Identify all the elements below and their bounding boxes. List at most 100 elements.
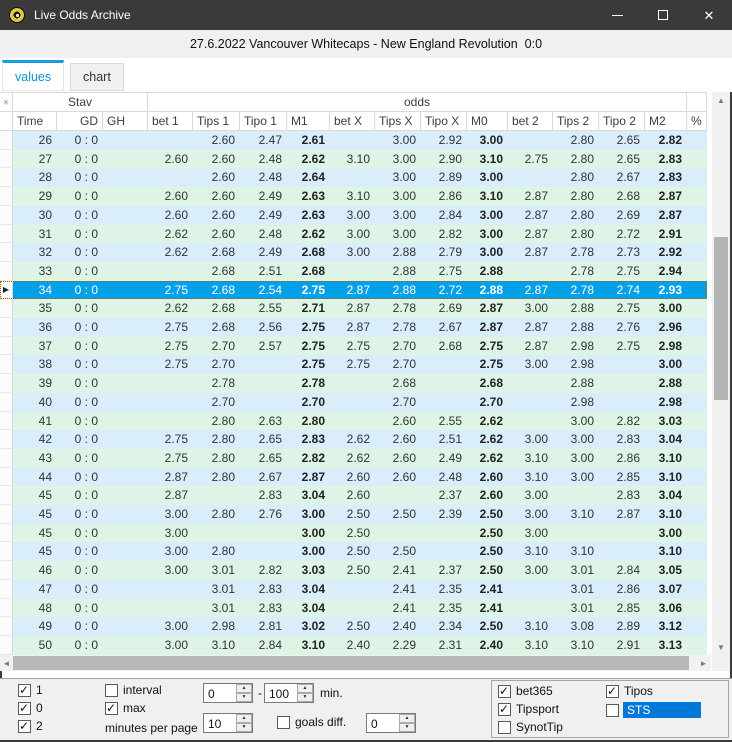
cell[interactable]: 2.87 (287, 467, 330, 487)
cell[interactable]: 2.62 (148, 299, 193, 319)
cell[interactable]: 48 (13, 598, 57, 618)
cell[interactable]: 2.50 (467, 561, 508, 580)
cell[interactable]: 2.87 (508, 280, 553, 300)
cell[interactable]: 0 : 0 (57, 168, 103, 188)
cell[interactable]: 32 (13, 243, 57, 262)
table-row[interactable]: 45 0 : 0 3.00 2.80 2.76 3.00 2.50 2.50 2.39 2.50 3… (0, 505, 707, 524)
cell[interactable]: 3.01 (193, 561, 240, 580)
cell[interactable]: 2.81 (240, 617, 287, 636)
cell[interactable]: 36 (13, 318, 57, 337)
table-row[interactable]: 33 0 : 0 2.68 2.51 2.68 2.88 2.75 2.88 2.78 2.75 2… (0, 261, 707, 281)
cell[interactable]: 2.60 (375, 411, 421, 431)
cell[interactable] (687, 261, 707, 281)
cell[interactable]: 2.60 (193, 149, 240, 169)
cell[interactable]: 3.00 (375, 131, 421, 150)
row-selector[interactable] (0, 505, 13, 524)
cell[interactable] (687, 392, 707, 412)
cell[interactable]: 29 (13, 187, 57, 206)
cell[interactable]: 2.40 (467, 635, 508, 655)
row-selector[interactable] (0, 149, 13, 169)
cell[interactable]: 2.90 (421, 149, 467, 169)
cell[interactable]: 2.98 (645, 336, 687, 356)
cell[interactable]: 2.70 (467, 392, 508, 412)
cell[interactable]: 3.10 (287, 635, 330, 655)
cell[interactable] (148, 374, 193, 393)
cell[interactable] (330, 392, 375, 412)
cell[interactable]: 35 (13, 299, 57, 319)
cell[interactable]: 3.00 (508, 299, 553, 319)
cell[interactable]: 2.40 (375, 617, 421, 636)
cell[interactable]: 2.49 (240, 205, 287, 225)
cell[interactable]: 2.65 (599, 149, 645, 169)
column-header-Tips X[interactable]: Tips X (375, 112, 421, 131)
cell[interactable] (240, 523, 287, 543)
table-row[interactable]: 46 0 : 0 3.00 3.01 2.82 3.03 2.50 2.41 2.37 2.50 3… (0, 561, 707, 580)
goals-diff-checkbox-box[interactable] (277, 715, 290, 729)
checkbox-2[interactable]: 2 (18, 719, 43, 733)
cell[interactable]: 3.00 (375, 205, 421, 225)
cell[interactable]: 3.07 (645, 579, 687, 599)
cell[interactable]: 2.62 (148, 224, 193, 244)
row-selector[interactable] (0, 374, 13, 393)
cell[interactable] (687, 224, 707, 244)
cell[interactable]: 2.57 (240, 336, 287, 356)
cell[interactable]: 2.31 (421, 635, 467, 655)
cell[interactable]: 3.00 (508, 486, 553, 506)
cell[interactable]: 2.80 (553, 224, 599, 244)
cell[interactable] (103, 243, 148, 262)
table-row[interactable]: 45 0 : 0 3.00 2.80 3.00 2.50 2.50 2.50 3.10 3.10 3… (0, 542, 707, 562)
cell[interactable]: 3.00 (148, 561, 193, 580)
outcome-1-checkbox-box[interactable] (18, 683, 31, 697)
cell[interactable]: 2.80 (553, 149, 599, 169)
cell[interactable]: 2.60 (193, 131, 240, 150)
cell[interactable] (103, 205, 148, 225)
cell[interactable]: 3.00 (287, 542, 330, 562)
cell[interactable]: 2.37 (421, 486, 467, 506)
cell[interactable] (421, 392, 467, 412)
row-selector[interactable] (0, 561, 13, 580)
cell[interactable]: 3.13 (645, 635, 687, 655)
cell[interactable]: 2.93 (645, 280, 687, 300)
cell[interactable]: 0 : 0 (57, 280, 103, 300)
cell[interactable] (103, 430, 148, 449)
interval-to-value[interactable]: 100 (265, 684, 297, 702)
cell[interactable]: 2.60 (148, 187, 193, 206)
cell[interactable]: 3.01 (193, 579, 240, 599)
cell[interactable]: 2.83 (240, 598, 287, 618)
cell[interactable] (421, 355, 467, 375)
column-header-Tipo 2[interactable]: Tipo 2 (599, 112, 645, 131)
cell[interactable] (375, 486, 421, 506)
table-row[interactable]: 43 0 : 0 2.75 2.80 2.65 2.82 2.62 2.60 2.49 2.62 3… (0, 448, 707, 468)
cell[interactable] (508, 374, 553, 393)
table-row[interactable]: 50 0 : 0 3.00 3.10 2.84 3.10 2.40 2.29 2.31 2.40 3… (0, 635, 707, 655)
cell[interactable]: 2.98 (645, 392, 687, 412)
cell[interactable] (508, 579, 553, 599)
vertical-scrollbar[interactable]: ▲ ▼ (712, 92, 730, 655)
cell[interactable]: 2.60 (330, 467, 375, 487)
cell[interactable]: 2.92 (645, 243, 687, 262)
cell[interactable] (599, 523, 645, 543)
cell[interactable]: 3.01 (553, 561, 599, 580)
cell[interactable]: 3.10 (467, 187, 508, 206)
cell[interactable]: 2.63 (240, 411, 287, 431)
table-row[interactable]: 49 0 : 0 3.00 2.98 2.81 3.02 2.50 2.40 2.34 2.50 3… (0, 617, 707, 636)
cell[interactable] (687, 168, 707, 188)
scroll-right-arrow-icon[interactable]: ► (697, 655, 710, 671)
cell[interactable]: 2.98 (553, 392, 599, 412)
cell[interactable] (103, 486, 148, 506)
cell[interactable]: 2.82 (599, 411, 645, 431)
cell[interactable]: 2.47 (240, 131, 287, 150)
cell[interactable] (240, 374, 287, 393)
cell[interactable]: 2.55 (240, 299, 287, 319)
cell[interactable] (103, 523, 148, 543)
cell[interactable]: 2.62 (287, 224, 330, 244)
cell[interactable]: 0 : 0 (57, 336, 103, 356)
cell[interactable] (687, 299, 707, 319)
cell[interactable]: 28 (13, 168, 57, 188)
cell[interactable] (508, 168, 553, 188)
cell[interactable]: 2.49 (421, 448, 467, 468)
cell[interactable] (103, 467, 148, 487)
bookmaker-Tipsport-checkbox-box[interactable] (498, 702, 511, 716)
cell[interactable]: 2.41 (375, 598, 421, 618)
cell[interactable]: 2.50 (330, 542, 375, 562)
